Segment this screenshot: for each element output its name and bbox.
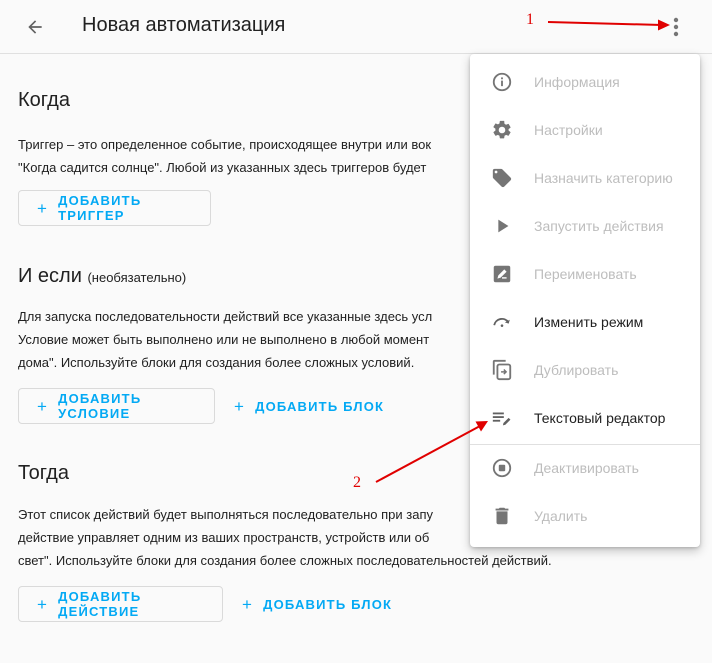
annotation-arrow-2	[375, 425, 481, 483]
plus-icon: +	[37, 594, 49, 614]
menu-item-text-editor[interactable]: Текстовый редактор	[470, 394, 700, 442]
add-trigger-button[interactable]: + ДОБАВИТЬ ТРИГГЕР	[18, 190, 211, 226]
menu-item-label: Изменить режим	[534, 314, 644, 330]
add-action-button[interactable]: + ДОБАВИТЬ ДЕЙСТВИЕ	[18, 586, 223, 622]
menu-item-info[interactable]: Информация	[470, 58, 700, 106]
arrow-back-icon	[28, 20, 42, 34]
overflow-menu-button[interactable]	[664, 12, 688, 42]
then-section-title: Тогда	[18, 462, 69, 484]
when-section-title: Когда	[18, 89, 70, 111]
menu-item-assign-category[interactable]: Назначить категорию	[470, 154, 700, 202]
menu-item-label: Деактивировать	[534, 460, 639, 476]
add-block-label: ДОБАВИТЬ БЛОК	[255, 398, 385, 414]
rename-icon	[493, 265, 511, 283]
annotation-number-1: 1	[526, 11, 534, 28]
add-block-label: ДОБАВИТЬ БЛОК	[263, 596, 393, 612]
add-condition-block-button[interactable]: + ДОБАВИТЬ БЛОК	[226, 388, 392, 424]
dots-vertical-icon	[673, 17, 679, 37]
menu-item-delete[interactable]: Удалить	[470, 492, 700, 540]
add-action-block-button[interactable]: + ДОБАВИТЬ БЛОК	[234, 586, 400, 622]
add-action-label: ДОБАВИТЬ ДЕЙСТВИЕ	[58, 589, 142, 619]
add-condition-label: ДОБАВИТЬ УСЛОВИЕ	[58, 391, 142, 421]
menu-item-duplicate[interactable]: Дублировать	[470, 346, 700, 394]
duplicate-icon	[492, 359, 512, 381]
and-if-section-title: И если (необязательно)	[18, 265, 186, 288]
text-edit-icon	[492, 412, 511, 426]
and-if-title-text: И если	[18, 265, 82, 287]
menu-item-label: Настройки	[534, 122, 603, 138]
menu-item-label: Текстовый редактор	[534, 410, 666, 426]
tag-icon	[492, 168, 512, 188]
back-button[interactable]	[22, 14, 48, 40]
add-trigger-label: ДОБАВИТЬ ТРИГГЕР	[58, 193, 142, 223]
redo-icon	[493, 317, 510, 327]
trash-icon	[495, 507, 509, 525]
menu-item-label: Дублировать	[534, 362, 619, 378]
menu-item-settings[interactable]: Настройки	[470, 106, 700, 154]
plus-icon: +	[234, 396, 246, 416]
menu-item-deactivate[interactable]: Деактивировать	[470, 444, 700, 492]
top-app-bar: Новая автоматизация	[0, 0, 712, 54]
gear-icon	[493, 120, 511, 139]
menu-item-label: Информация	[534, 74, 620, 90]
stop-circle-icon	[492, 458, 512, 478]
overflow-menu: Информация Настройки Назначить категорию…	[470, 54, 700, 547]
plus-icon: +	[37, 396, 49, 416]
menu-item-label: Удалить	[534, 508, 588, 524]
add-condition-button[interactable]: + ДОБАВИТЬ УСЛОВИЕ	[18, 388, 215, 424]
menu-item-rename[interactable]: Переименовать	[470, 250, 700, 298]
menu-item-label: Переименовать	[534, 266, 637, 282]
info-icon	[492, 72, 512, 92]
menu-item-run-actions[interactable]: Запустить действия	[470, 202, 700, 250]
plus-icon: +	[242, 594, 254, 614]
plus-icon: +	[37, 198, 49, 218]
menu-item-label: Назначить категорию	[534, 170, 673, 186]
page-title: Новая автоматизация	[82, 14, 286, 36]
annotation-number-2: 2	[353, 474, 361, 491]
menu-item-change-mode[interactable]: Изменить режим	[470, 298, 700, 346]
play-icon	[498, 219, 509, 233]
menu-item-label: Запустить действия	[534, 218, 664, 234]
optional-label: (необязательно)	[87, 270, 187, 285]
